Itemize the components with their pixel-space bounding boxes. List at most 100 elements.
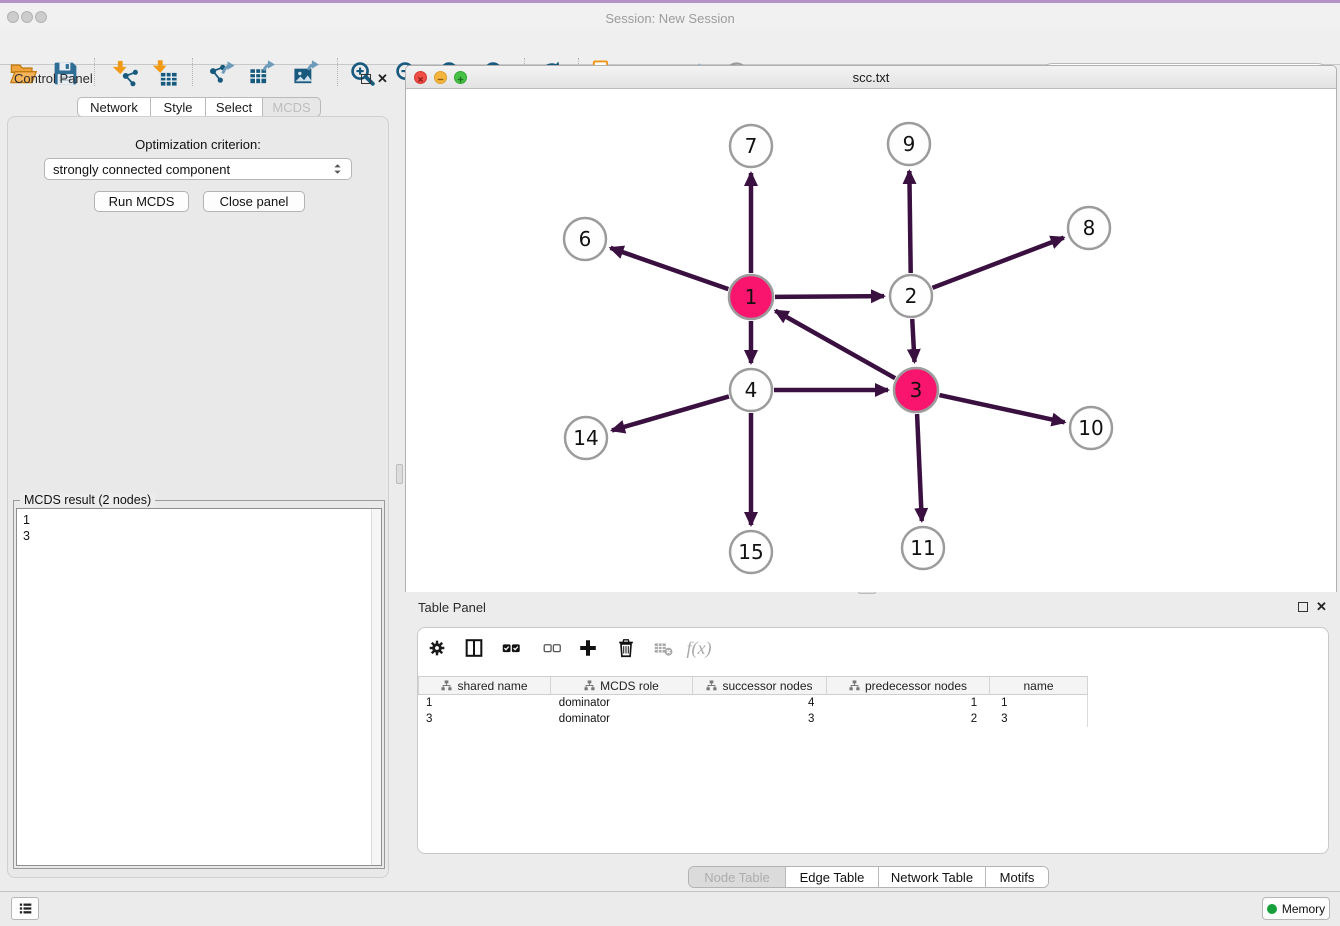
delete-column-button[interactable] [611,633,641,663]
tab-network[interactable]: Network [77,97,151,117]
function-builder-button[interactable]: f(x) [684,633,714,663]
graph-node-label-14: 14 [573,426,598,450]
column-type-icon [849,680,860,691]
deselect-all-icon [541,637,563,659]
table-body: 1 dominator 4 1 1 3 dominator 3 2 3 [418,695,1088,727]
tab-select[interactable]: Select [206,97,263,117]
table-panel-close-button[interactable]: ✕ [1316,601,1327,612]
window-title: Session: New Session [0,11,1340,26]
export-image-icon [292,59,321,88]
add-column-button[interactable] [573,633,603,663]
cell-shared-name: 3 [418,711,551,727]
cell-predecessor-nodes: 1 [826,695,989,711]
table-row[interactable]: 3 dominator 3 2 3 [418,711,1087,727]
tab-network-table[interactable]: Network Table [878,867,985,887]
tab-edge-table[interactable]: Edge Table [785,867,878,887]
zoom-in-button[interactable] [345,56,379,90]
cell-successor-nodes: 4 [693,695,827,711]
list-icon [17,900,34,917]
table-row[interactable]: 1 dominator 4 1 1 [418,695,1087,711]
run-mcds-button[interactable]: Run MCDS [94,191,189,212]
export-network-icon [207,59,236,88]
graph-node-label-3: 3 [910,378,923,402]
table-panel-tabs: Node Table Edge Table Network Table Moti… [688,866,1049,888]
graph-node-label-15: 15 [738,540,763,564]
column-label: successor nodes [722,679,812,693]
graph-edge-2-8[interactable] [932,238,1063,288]
graph-edge-4-14[interactable] [612,396,729,430]
cell-name: 3 [989,711,1087,727]
graph-node-label-4: 4 [745,378,758,402]
column-header-successor-nodes[interactable]: successor nodes [693,677,827,694]
import-network-button[interactable] [107,56,141,90]
network-graph[interactable]: 1234678910111415 [406,89,1336,592]
import-table-icon [150,59,179,88]
gear-icon [426,637,448,659]
cell-successor-nodes: 3 [693,711,827,727]
optimization-criterion-label: Optimization criterion: [7,137,389,152]
tab-node-table[interactable]: Node Table [689,867,785,887]
table-panel-float-button[interactable] [1298,602,1308,612]
tab-mcds[interactable]: MCDS [263,97,321,117]
deselect-all-button[interactable] [537,633,567,663]
graph-edge-2-9[interactable] [909,171,910,273]
mcds-result-textarea[interactable]: 1 3 [16,508,382,866]
column-type-icon [706,680,717,691]
export-image-button[interactable] [289,56,323,90]
graph-edge-3-10[interactable] [939,395,1064,422]
graph-edge-2-3[interactable] [912,319,914,362]
split-panel-button[interactable] [459,633,489,663]
control-panel-close-button[interactable]: ✕ [377,73,388,84]
split-panel-icon [463,637,485,659]
delete-table-icon [652,637,674,659]
network-titlebar[interactable]: scc.txt [406,66,1336,89]
main-toolbar [0,27,1340,65]
column-label: MCDS role [600,679,659,693]
graph-edge-1-2[interactable] [775,296,884,297]
graph-edge-3-11[interactable] [917,414,922,521]
column-header-shared-name[interactable]: shared name [418,677,551,694]
close-panel-button[interactable]: Close panel [203,191,305,212]
titlebar: Session: New Session [0,3,1340,27]
network-title: scc.txt [406,70,1336,85]
graph-edge-1-6[interactable] [610,248,728,289]
graph-node-label-11: 11 [910,536,935,560]
column-label: predecessor nodes [865,679,967,693]
status-bar [0,891,1340,926]
graph-node-label-10: 10 [1078,416,1103,440]
mcds-result-title: MCDS result (2 nodes) [20,493,155,507]
graph-edges[interactable] [610,171,1064,525]
tab-style[interactable]: Style [151,97,206,117]
memory-button[interactable]: Memory [1262,897,1330,920]
column-header-predecessor-nodes[interactable]: predecessor nodes [827,677,990,694]
control-panel-float-button[interactable] [361,74,371,84]
select-all-icon [500,637,522,659]
graph-node-label-2: 2 [905,284,918,308]
result-scrollbar[interactable] [371,509,381,865]
network-view-window: scc.txt 1234678910111415 [405,65,1337,592]
network-canvas[interactable]: 1234678910111415 [406,89,1336,592]
column-header-mcds-role[interactable]: MCDS role [551,677,693,694]
control-panel-title: Control Panel [14,71,93,86]
cell-mcds-role: dominator [551,695,693,711]
cell-shared-name: 1 [418,695,551,711]
cell-predecessor-nodes: 2 [826,711,989,727]
export-network-button[interactable] [204,56,238,90]
import-table-button[interactable] [147,56,181,90]
vertical-splitter-grip[interactable] [396,464,403,484]
trash-icon [615,637,637,659]
column-header-name[interactable]: name [990,677,1088,694]
column-label: shared name [457,679,527,693]
plus-icon [577,637,599,659]
task-history-button[interactable] [11,897,39,920]
mcds-result-group: MCDS result (2 nodes) 1 3 [13,500,385,869]
memory-status-dot [1267,904,1277,914]
select-all-button[interactable] [496,633,526,663]
table-settings-button[interactable] [422,633,452,663]
graph-edge-3-1[interactable] [775,311,895,378]
delete-table-button[interactable] [648,633,678,663]
export-table-button[interactable] [245,56,279,90]
graph-node-label-6: 6 [579,227,592,251]
tab-motifs[interactable]: Motifs [985,867,1048,887]
criterion-dropdown[interactable]: strongly connected component [44,158,352,180]
